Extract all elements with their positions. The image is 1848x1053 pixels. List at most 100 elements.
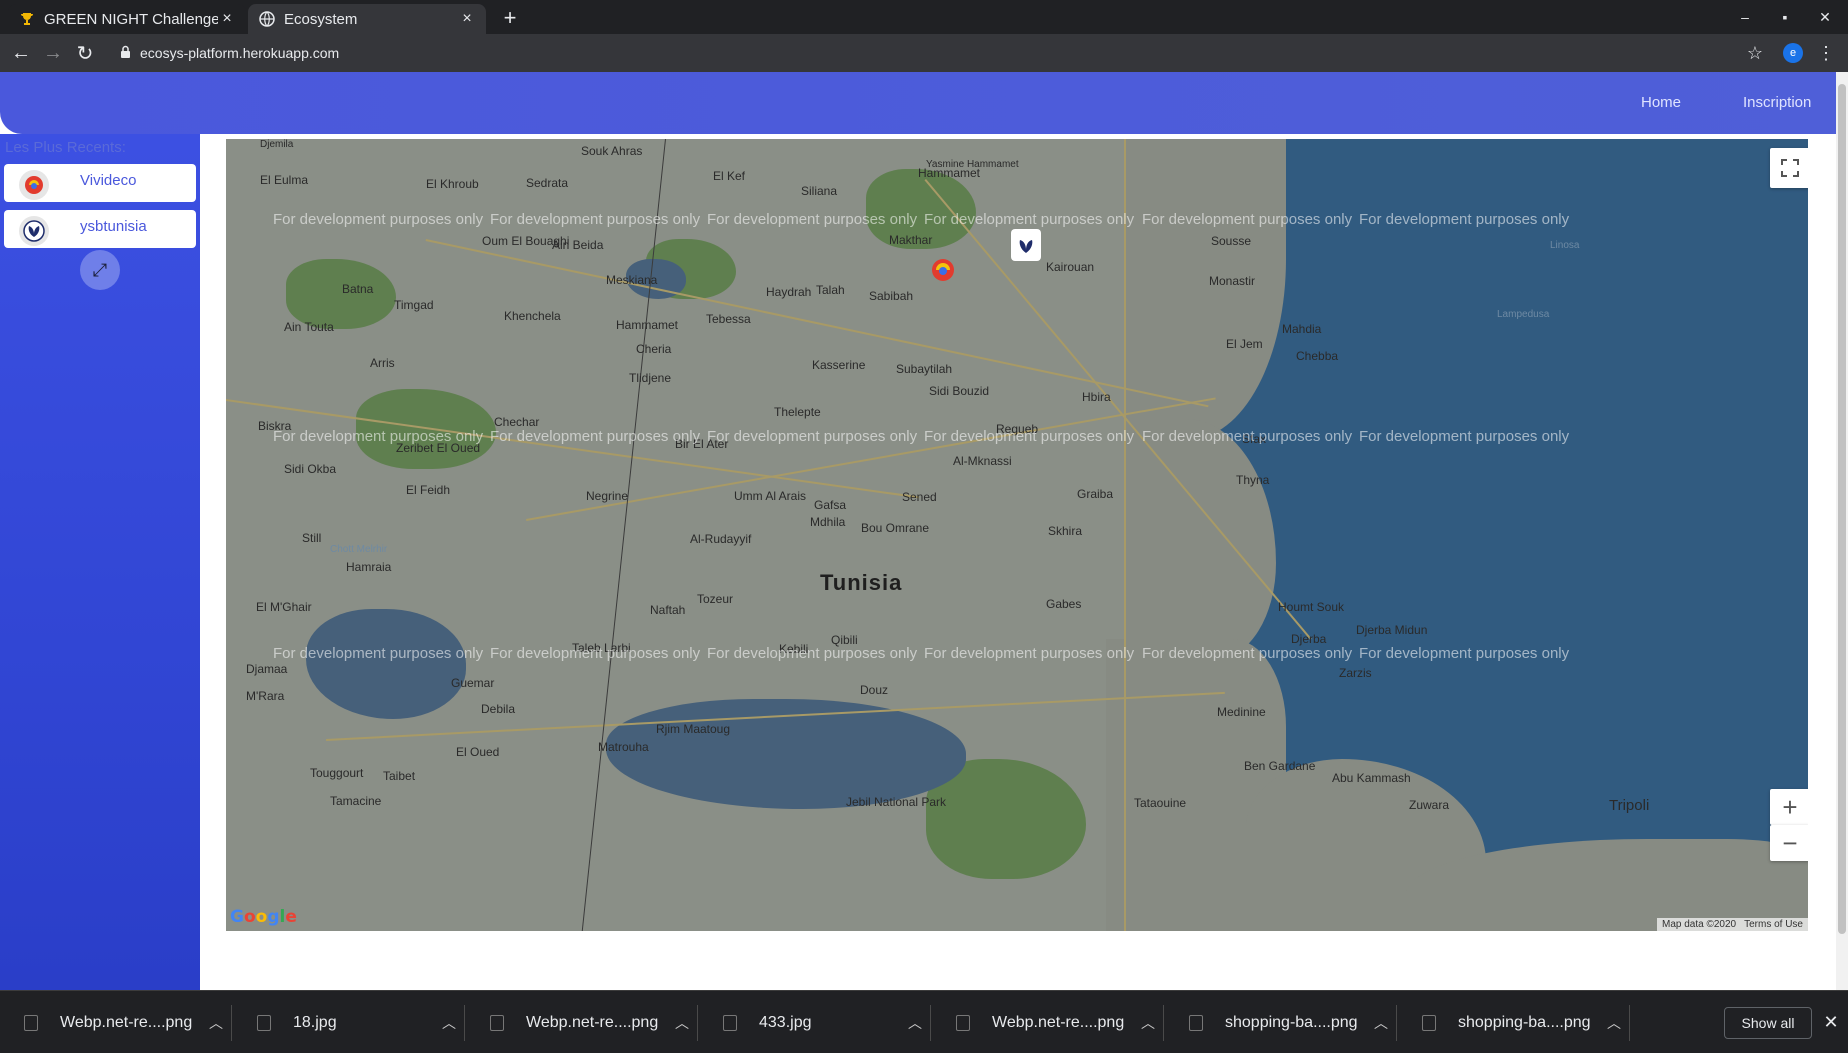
company-card-vivideco[interactable]: Vivideco (4, 164, 196, 202)
place-label: Sabibah (869, 289, 914, 303)
place-label: Thelepte (774, 405, 821, 419)
chevron-up-icon[interactable]: ︿ (1599, 1013, 1629, 1033)
menu-kebab-icon[interactable]: ⋮ (1817, 41, 1835, 65)
file-icon (1422, 1015, 1436, 1031)
globe-icon (258, 10, 276, 28)
page-scrollbar[interactable] (1836, 72, 1848, 990)
nav-home-link[interactable]: Home (1641, 94, 1681, 111)
place-label: Djerba Midun (1356, 623, 1428, 637)
place-label: Rjim Maatoug (656, 722, 731, 736)
dev-watermark: For development purposes only (1359, 211, 1570, 228)
address-bar[interactable]: ecosys-platform.herokuapp.com (120, 42, 339, 64)
download-item[interactable]: Webp.net-re....png ︿ (0, 1005, 232, 1041)
fullscreen-button[interactable] (1770, 148, 1808, 188)
place-label: Djemila (260, 139, 294, 150)
place-label: Haydrah (766, 285, 812, 299)
terms-of-use-link[interactable]: Terms of Use (1744, 919, 1803, 930)
place-label: Chechar (494, 415, 540, 429)
new-tab-button[interactable]: + (498, 5, 522, 30)
place-label: Tlidjene (629, 371, 672, 385)
map-data-text: Map data ©2020 (1662, 919, 1737, 930)
dev-watermark: For development purposes only (707, 645, 918, 662)
url-text: ecosys-platform.herokuapp.com (140, 45, 340, 61)
google-logo-letter: o (243, 907, 256, 927)
place-label: El Feidh (406, 483, 451, 497)
google-logo-letter: e (285, 907, 297, 927)
place-label: Douz (860, 683, 889, 697)
place-label: Gabes (1046, 597, 1082, 611)
chevron-up-icon[interactable]: ︿ (900, 1013, 930, 1033)
file-icon (24, 1015, 38, 1031)
google-logo: Google (230, 907, 297, 927)
place-label: El Eulma (260, 173, 309, 187)
nav-inscription-link[interactable]: Inscription (1743, 94, 1811, 111)
ysbtunisia-logo (19, 216, 49, 246)
tab-green-night[interactable]: GREEN NIGHT Challenge × (8, 4, 246, 34)
chevron-up-icon[interactable]: ︿ (434, 1013, 464, 1033)
vivideco-logo (19, 170, 49, 200)
bookmark-star-icon[interactable]: ☆ (1743, 41, 1767, 65)
download-item[interactable]: shopping-ba....png ︿ (1398, 1005, 1630, 1041)
vivideco-map-marker[interactable] (929, 256, 957, 284)
download-item[interactable]: Webp.net-re....png ︿ (466, 1005, 698, 1041)
expand-icon[interactable]: ⤢ (80, 250, 120, 290)
chevron-up-icon[interactable]: ︿ (667, 1013, 697, 1033)
file-icon (490, 1015, 504, 1031)
google-logo-letter: o (255, 907, 268, 927)
dev-watermark: For development purposes only (1359, 428, 1570, 445)
close-icon[interactable]: ✕ (1820, 1011, 1842, 1033)
place-label: Lampedusa (1497, 309, 1550, 320)
download-item[interactable]: shopping-ba....png ︿ (1165, 1005, 1397, 1041)
profile-avatar[interactable]: e (1783, 43, 1803, 63)
download-item[interactable]: 18.jpg ︿ (233, 1005, 465, 1041)
place-label: Hbira (1082, 390, 1111, 404)
place-label: Gafsa (814, 498, 847, 512)
maximize-icon[interactable]: ▪ (1773, 6, 1797, 28)
place-label: Kairouan (1046, 260, 1095, 274)
forward-arrow-icon[interactable]: → (41, 41, 65, 65)
country-label: Tunisia (820, 570, 903, 595)
close-icon[interactable]: × (458, 10, 476, 28)
place-label: Khenchela (504, 309, 561, 323)
place-label: Mdhila (810, 515, 846, 529)
tab-title: GREEN NIGHT Challenge (44, 10, 218, 28)
zoom-in-button[interactable]: + (1770, 789, 1808, 825)
place-label: Touggourt (310, 766, 364, 780)
show-all-button[interactable]: Show all (1724, 1007, 1812, 1039)
close-window-icon[interactable]: ✕ (1813, 6, 1837, 28)
place-label: Arris (370, 356, 395, 370)
place-label: Guemar (451, 676, 495, 690)
chevron-up-icon[interactable]: ︿ (201, 1013, 231, 1033)
zoom-out-button[interactable]: − (1770, 825, 1808, 861)
map[interactable]: Souk Ahras El Kef Siliana Hammamet Yasmi… (226, 139, 1808, 931)
download-item[interactable]: Webp.net-re....png ︿ (932, 1005, 1164, 1041)
close-icon[interactable]: × (218, 10, 236, 28)
place-label: Tozeur (697, 592, 734, 606)
chevron-up-icon[interactable]: ︿ (1133, 1013, 1163, 1033)
chevron-up-icon[interactable]: ︿ (1366, 1013, 1396, 1033)
file-icon (723, 1015, 737, 1031)
company-card-ysbtunisia[interactable]: ysbtunisia (4, 210, 196, 248)
tab-ecosystem[interactable]: Ecosystem × (248, 4, 486, 34)
ysbtunisia-map-marker[interactable] (1011, 229, 1041, 261)
place-label: Mahdia (1282, 322, 1322, 336)
place-label: Djamaa (246, 662, 288, 676)
place-label: Kasserine (812, 358, 866, 372)
place-label: Hamraia (346, 560, 392, 574)
place-label: Bou Omrane (861, 521, 930, 535)
place-label: Sedrata (526, 176, 569, 190)
file-icon (257, 1015, 271, 1031)
dev-watermark: For development purposes only (924, 211, 1135, 228)
place-label: Ben Gardane (1244, 759, 1316, 773)
reload-icon[interactable]: ↻ (73, 41, 97, 65)
dev-watermark: For development purposes only (1359, 645, 1570, 662)
download-item[interactable]: 433.jpg ︿ (699, 1005, 931, 1041)
back-arrow-icon[interactable]: ← (9, 41, 33, 65)
place-label: Naftah (650, 603, 686, 617)
place-label: El Jem (1226, 337, 1263, 351)
company-name: Vivideco (80, 172, 137, 189)
company-name: ysbtunisia (80, 218, 147, 235)
minimize-icon[interactable]: – (1733, 6, 1757, 28)
scrollbar-thumb[interactable] (1838, 84, 1846, 934)
place-label: Al-Rudayyif (690, 532, 752, 546)
